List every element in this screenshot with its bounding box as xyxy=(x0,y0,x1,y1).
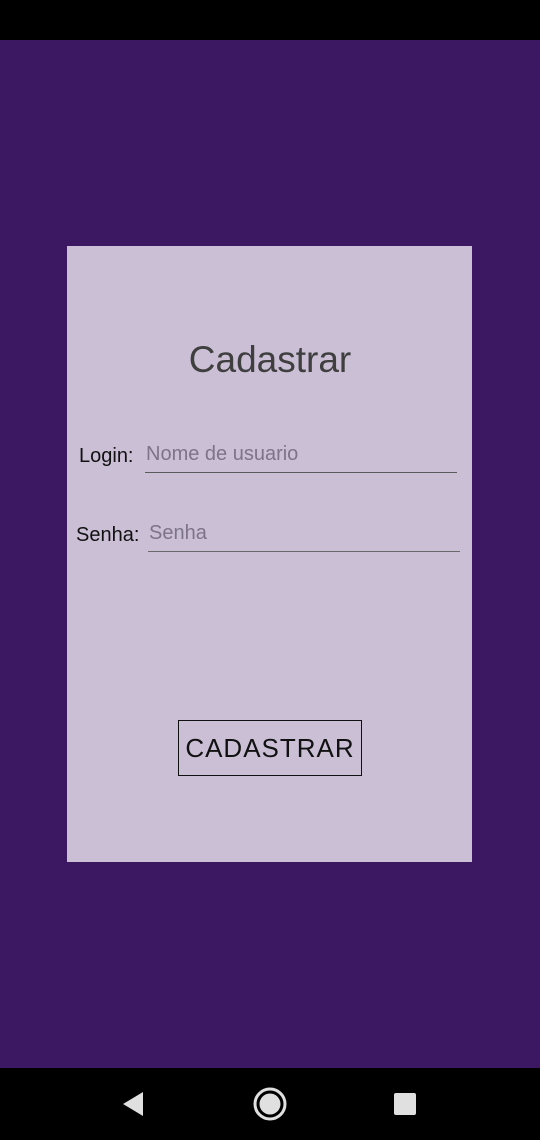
nav-recents-button[interactable] xyxy=(387,1086,423,1122)
app-screen: Cadastrar Login: Senha: CADASTRAR xyxy=(0,0,540,1140)
page-title: Cadastrar xyxy=(188,339,352,380)
cadastrar-button[interactable]: CADASTRAR xyxy=(178,720,362,776)
senha-input[interactable] xyxy=(148,519,460,552)
status-bar xyxy=(0,0,540,40)
login-input[interactable] xyxy=(145,440,457,473)
nav-back-button[interactable] xyxy=(115,1086,151,1122)
navigation-bar xyxy=(0,1068,540,1140)
senha-label: Senha: xyxy=(76,524,140,546)
login-label: Login: xyxy=(79,445,134,467)
nav-home-button[interactable] xyxy=(252,1086,288,1122)
recents-square-icon xyxy=(394,1093,416,1115)
home-circle-icon xyxy=(253,1087,287,1121)
back-triangle-icon xyxy=(123,1092,143,1116)
